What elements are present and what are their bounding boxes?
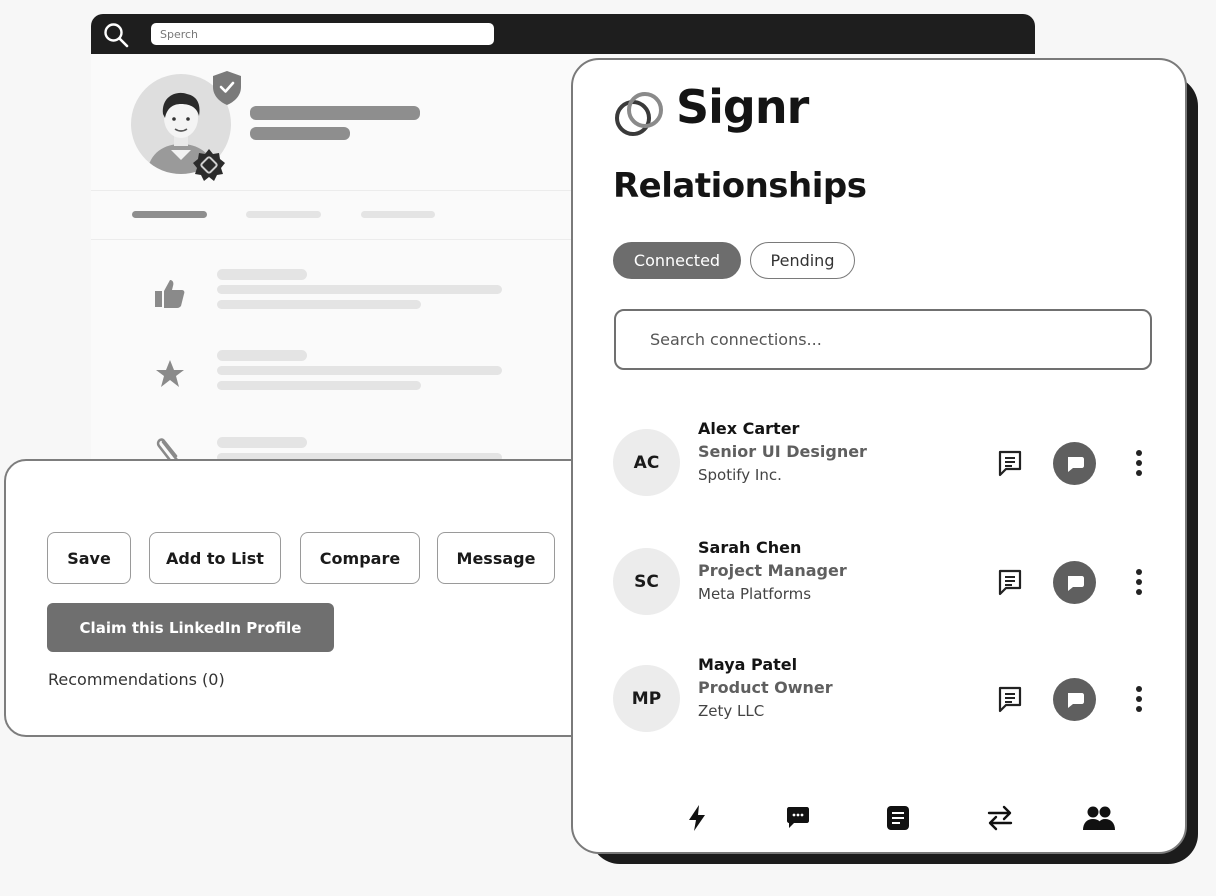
add-to-list-button[interactable]: Add to List xyxy=(149,532,281,584)
tab-connected[interactable]: Connected xyxy=(613,242,741,279)
bolt-icon xyxy=(689,805,705,831)
contact-avatar: SC xyxy=(613,548,680,615)
chat-bubble-icon xyxy=(1067,575,1084,591)
contact-name: Maya Patel xyxy=(698,655,798,674)
document-icon xyxy=(887,806,909,830)
row-line-placeholder xyxy=(217,381,421,390)
contact-company: Meta Platforms xyxy=(698,585,812,603)
chat-bubble-icon xyxy=(1067,456,1084,472)
contact-avatar: MP xyxy=(613,665,680,732)
row-title-placeholder xyxy=(217,269,307,280)
gear-badge-icon xyxy=(193,149,225,181)
contact-name: Sarah Chen xyxy=(698,538,802,557)
contact-role: Project Manager xyxy=(698,561,847,580)
profile-tab[interactable] xyxy=(246,211,321,218)
contact-list-item[interactable]: SC Sarah Chen Project Manager Meta Platf… xyxy=(573,538,1185,638)
contact-company: Spotify Inc. xyxy=(698,466,782,484)
row-title-placeholder xyxy=(217,437,307,448)
chat-button[interactable] xyxy=(1053,442,1096,485)
contact-role: Senior UI Designer xyxy=(698,442,867,461)
chat-button[interactable] xyxy=(1053,678,1096,721)
compare-button[interactable]: Compare xyxy=(300,532,420,584)
contact-company: Zety LLC xyxy=(698,702,765,720)
contact-list-item[interactable]: AC Alex Carter Senior UI Designer Spotif… xyxy=(573,419,1185,519)
swap-icon xyxy=(987,805,1013,831)
profile-action-card: Save Add to List Compare Message Claim t… xyxy=(4,459,614,737)
signr-panel: Signr Relationships Connected Pending AC… xyxy=(571,58,1187,854)
nav-activity[interactable] xyxy=(677,798,717,838)
chat-icon xyxy=(787,807,809,828)
profile-tab-active[interactable] xyxy=(132,211,207,218)
people-icon xyxy=(1083,806,1115,830)
row-title-placeholder xyxy=(217,350,307,361)
save-button[interactable]: Save xyxy=(47,532,131,584)
bottom-navigation xyxy=(573,798,1185,848)
note-icon[interactable] xyxy=(997,568,1023,596)
note-icon[interactable] xyxy=(997,449,1023,477)
chat-bubble-icon xyxy=(1067,692,1084,708)
nav-messages[interactable] xyxy=(778,798,818,838)
contact-name: Alex Carter xyxy=(698,419,800,438)
browser-search-input[interactable] xyxy=(151,23,494,45)
star-icon xyxy=(156,360,184,387)
page-title: Relationships xyxy=(613,166,867,206)
profile-tab[interactable] xyxy=(361,211,435,218)
contact-role: Product Owner xyxy=(698,678,833,697)
more-options-icon[interactable] xyxy=(1129,448,1149,478)
verified-shield-icon xyxy=(213,71,241,105)
signr-logo-icon xyxy=(615,92,663,136)
contact-avatar: AC xyxy=(613,429,680,496)
nav-documents[interactable] xyxy=(878,798,918,838)
row-line-placeholder xyxy=(217,300,421,309)
more-options-icon[interactable] xyxy=(1129,567,1149,597)
nav-exchange[interactable] xyxy=(980,798,1020,838)
profile-name-placeholder xyxy=(250,106,420,120)
browser-top-bar xyxy=(91,14,1035,54)
recommendations-link[interactable]: Recommendations (0) xyxy=(48,670,225,689)
claim-profile-button[interactable]: Claim this LinkedIn Profile xyxy=(47,603,334,652)
search-connections-input[interactable] xyxy=(614,309,1152,370)
more-options-icon[interactable] xyxy=(1129,684,1149,714)
chat-button[interactable] xyxy=(1053,561,1096,604)
row-line-placeholder xyxy=(217,285,502,294)
search-icon[interactable] xyxy=(103,22,129,48)
brand-name: Signr xyxy=(676,80,809,134)
contact-list-item[interactable]: MP Maya Patel Product Owner Zety LLC xyxy=(573,655,1185,755)
tab-pending[interactable]: Pending xyxy=(750,242,855,279)
nav-people[interactable] xyxy=(1079,798,1119,838)
profile-headline-placeholder xyxy=(250,127,350,140)
note-icon[interactable] xyxy=(997,685,1023,713)
row-line-placeholder xyxy=(217,366,502,375)
thumbs-up-icon xyxy=(155,280,185,308)
message-button[interactable]: Message xyxy=(437,532,555,584)
